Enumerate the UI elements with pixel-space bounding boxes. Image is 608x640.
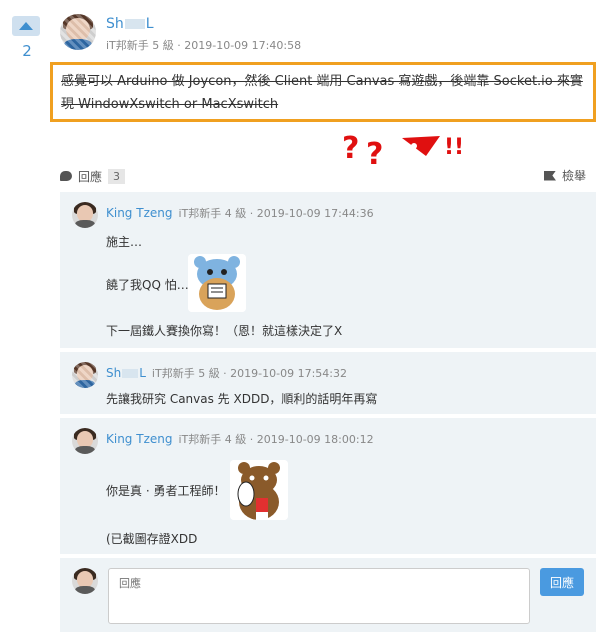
svg-text:?: ?: [342, 131, 359, 166]
comment-meta: iT邦新手 4 級 · 2019-10-09 17:44:36: [178, 207, 374, 220]
report-label: 檢舉: [561, 169, 586, 183]
comment-item: King Tzeng iT邦新手 4 級 · 2019-10-09 18:00:1…: [60, 418, 596, 554]
bear-sticker-image: [188, 254, 246, 312]
comment-item: King Tzeng iT邦新手 4 級 · 2019-10-09 17:44:3…: [60, 192, 596, 348]
scribble-annotation: ? ? !!: [342, 131, 464, 170]
username-suffix: L: [139, 366, 146, 380]
upvote-arrow-icon: [19, 22, 33, 30]
avatar[interactable]: [72, 428, 98, 454]
svg-text:!!: !!: [444, 135, 464, 160]
reply-count: 3: [108, 168, 126, 184]
main-meta: iT邦新手 5 級 · 2019-10-09 17:40:58: [106, 39, 302, 52]
comment-line: 施主…: [106, 235, 143, 249]
comment-username[interactable]: King Tzeng: [106, 432, 172, 446]
vote-column: 2: [12, 16, 42, 60]
comment-line: 你是真 · 勇者工程師！: [106, 484, 226, 498]
comment-bubble-icon: [60, 171, 72, 181]
avatar[interactable]: [72, 362, 98, 388]
comment-line: 饒了我QQ 怕…: [106, 278, 189, 292]
comment-header: King Tzeng iT邦新手 4 級 · 2019-10-09 17:44:3…: [106, 205, 374, 221]
comment-line: 下一屆鐵人賽換你寫！（恩！就這樣決定了X: [106, 324, 343, 338]
comment-username[interactable]: Sh L: [106, 366, 146, 380]
avatar[interactable]: [72, 568, 98, 594]
flag-icon: [543, 170, 556, 181]
reply-bar: 回應 3 檢舉: [60, 166, 596, 186]
avatar[interactable]: [60, 14, 96, 50]
main-username[interactable]: Sh L: [106, 16, 154, 32]
username-prefix: Sh: [106, 16, 124, 32]
comment-header: Sh LiT邦新手 5 級 · 2019-10-09 17:54:32: [106, 365, 347, 381]
comment-meta: iT邦新手 5 級 · 2019-10-09 17:54:32: [151, 367, 348, 380]
comment-line: 先讓我研究 Canvas 先 XDDD，順利的話明年再寫: [106, 392, 378, 406]
bear-sticker-image: [230, 460, 288, 520]
highlighted-answer: 感覺可以 Arduino 做 Joycon，然後 Client 端用 Canva…: [50, 62, 596, 122]
reply-input[interactable]: [108, 568, 530, 624]
username-mask: [124, 19, 145, 29]
username-mask: [122, 369, 139, 378]
reply-submit-button[interactable]: 回應: [540, 568, 584, 596]
comment-username[interactable]: King Tzeng: [106, 206, 172, 220]
comment-item: Sh LiT邦新手 5 級 · 2019-10-09 17:54:32 先讓我研究…: [60, 352, 596, 414]
vote-count: 2: [22, 42, 32, 60]
comment-header: King Tzeng iT邦新手 4 級 · 2019-10-09 18:00:1…: [106, 431, 374, 447]
reply-label[interactable]: 回應: [78, 168, 102, 185]
avatar[interactable]: [72, 202, 98, 228]
answer-text: 感覺可以 Arduino 做 Joycon，然後 Client 端用 Canva…: [61, 74, 583, 112]
comment-meta: iT邦新手 4 級 · 2019-10-09 18:00:12: [178, 433, 374, 446]
report-button[interactable]: 檢舉: [543, 167, 586, 184]
reply-form: 回應: [60, 558, 596, 632]
username-suffix: L: [145, 16, 154, 32]
comment-line: (已截圖存證XDD: [106, 532, 198, 546]
username-prefix: Sh: [106, 366, 122, 380]
upvote-button[interactable]: [12, 16, 40, 36]
